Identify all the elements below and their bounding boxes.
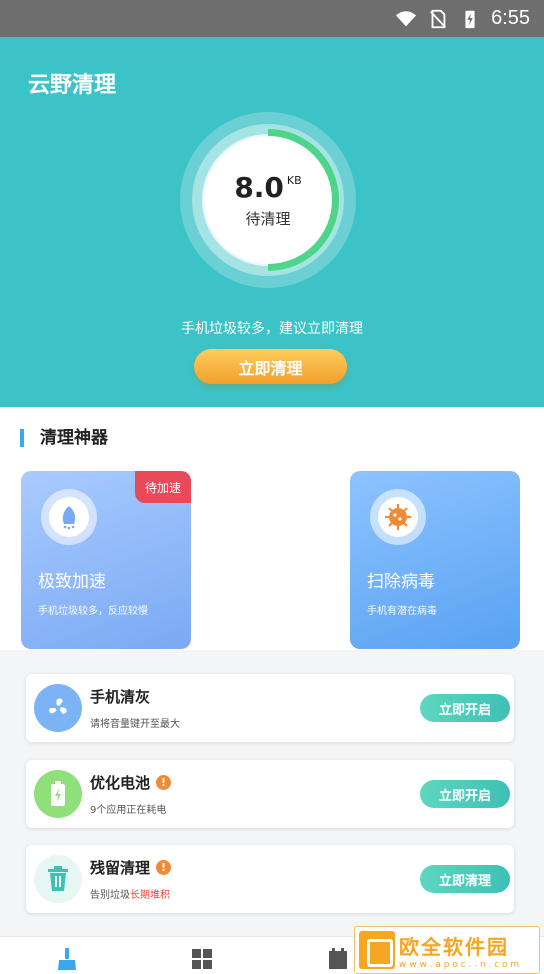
enable-battery-button[interactable]: 立即开启 (420, 780, 510, 808)
boost-card-desc: 手机垃圾较多，反应较慢 (38, 606, 148, 617)
list-item-subtitle: 告别垃圾长期堆积 (90, 890, 170, 901)
list-item-title: 残留清理! (90, 857, 172, 878)
tools-section: 清理神器 待加速 极致加速 手机垃圾较多，反应较慢 扫除病毒 手机有潜在病毒 (0, 407, 544, 650)
no-sim-icon (430, 9, 447, 28)
battery-icon (34, 770, 82, 818)
boost-card-title: 极致加速 (38, 572, 106, 592)
apps-icon[interactable] (190, 947, 214, 971)
site-watermark: 欧全软件园 w w w . a p o c . . n . c o m (354, 926, 540, 974)
clean-residue-button[interactable]: 立即清理 (420, 865, 510, 893)
status-time: 6:55 (491, 7, 530, 29)
junk-hint: 手机垃圾较多，建议立即清理 (181, 321, 363, 337)
list-item-subtitle: 请将音量键开至最大 (90, 719, 180, 730)
rocket-icon (41, 489, 97, 545)
list-item-dust-clean[interactable]: 手机清灰 请将音量键开至最大 立即开启 (26, 674, 514, 742)
hero-panel: 云野清理 8.0 KB 待清理 手机垃圾较多，建议立即清理 立即清理 (0, 37, 544, 407)
watermark-url: w w w . a p o c . . n . c o m (399, 959, 520, 970)
broom-icon[interactable] (55, 947, 79, 971)
pending-boost-badge: 待加速 (135, 471, 191, 503)
list-item-title: 优化电池! (90, 772, 172, 793)
junk-size-unit: KB (286, 174, 302, 187)
antivirus-card[interactable]: 扫除病毒 手机有潜在病毒 (350, 471, 520, 649)
fan-icon (34, 684, 82, 732)
junk-label: 待清理 (245, 210, 291, 228)
gauge-center: 8.0 KB 待清理 (204, 136, 332, 264)
watermark-logo-icon (359, 931, 395, 969)
warning-badge: ! (156, 860, 172, 875)
list-item-residue-clean[interactable]: 残留清理! 告别垃圾长期堆积 立即清理 (26, 845, 514, 913)
watermark-title: 欧全软件园 (399, 934, 509, 959)
junk-gauge: 8.0 KB 待清理 (178, 110, 358, 290)
antivirus-card-title: 扫除病毒 (367, 572, 435, 592)
list-item-battery[interactable]: 优化电池! 9个应用正在耗电 立即开启 (26, 760, 514, 828)
wifi-icon (395, 10, 417, 26)
list-item-title: 手机清灰 (90, 688, 151, 706)
virus-icon (370, 489, 426, 545)
list-item-subtitle: 9个应用正在耗电 (90, 805, 167, 816)
antivirus-card-desc: 手机有潜在病毒 (367, 606, 437, 617)
clean-now-button[interactable]: 立即清理 (194, 349, 347, 384)
calendar-icon[interactable] (326, 947, 350, 971)
junk-size-value: 8.0 (234, 171, 284, 204)
warning-badge: ! (156, 775, 172, 790)
trash-icon (34, 855, 82, 903)
app-title: 云野清理 (28, 73, 117, 98)
status-bar: 6:55 (0, 0, 544, 37)
boost-card[interactable]: 待加速 极致加速 手机垃圾较多，反应较慢 (21, 471, 191, 649)
section-title: 清理神器 (20, 429, 108, 447)
enable-dust-clean-button[interactable]: 立即开启 (420, 694, 510, 722)
battery-charging-icon (465, 10, 475, 28)
